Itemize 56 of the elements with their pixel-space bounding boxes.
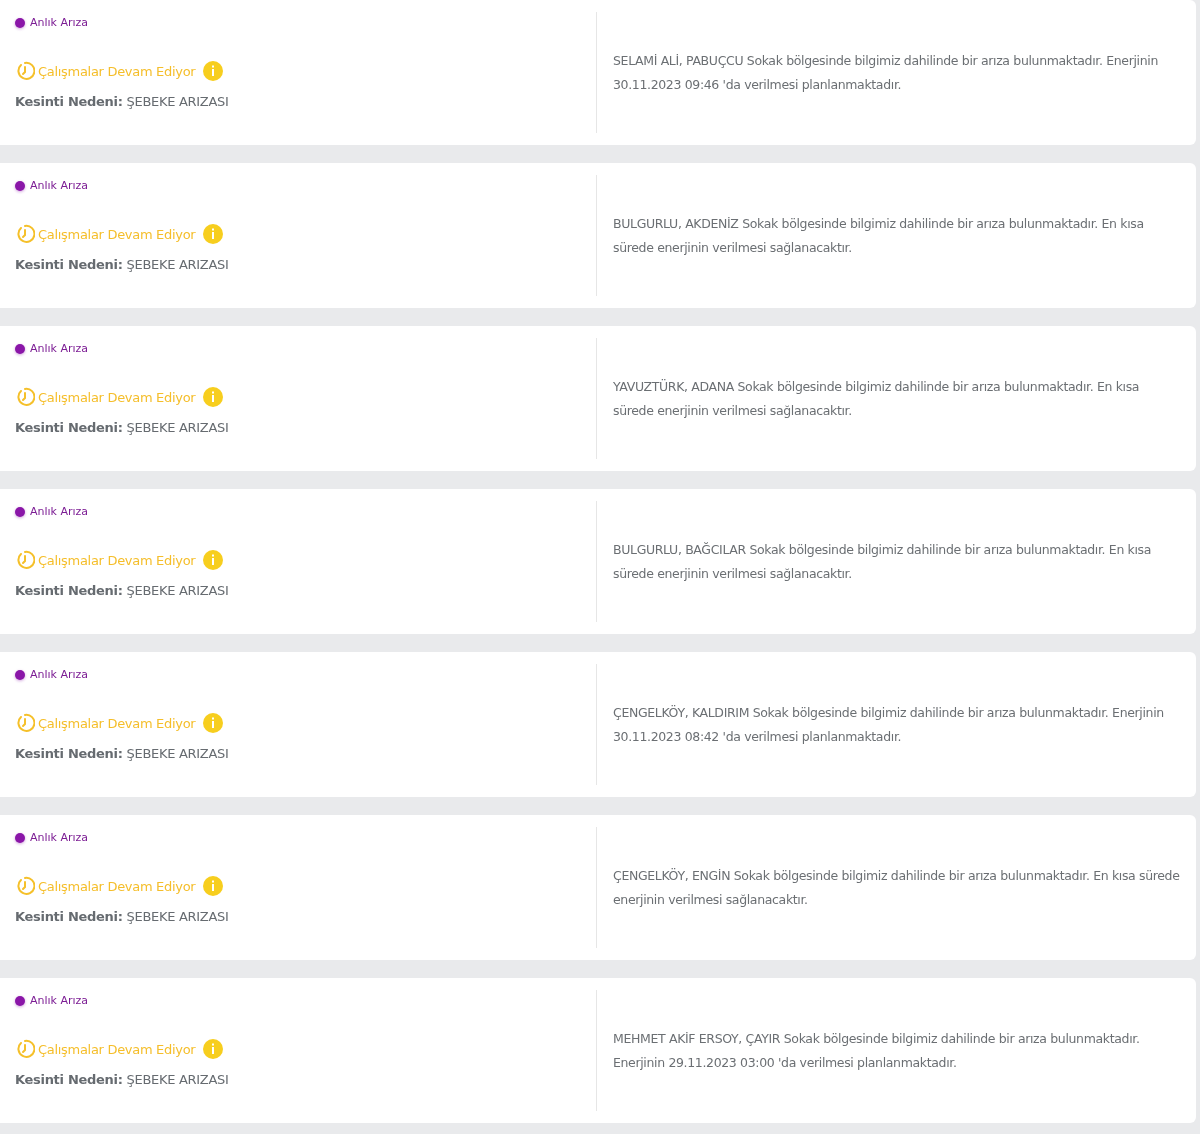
info-icon[interactable]: [203, 387, 224, 407]
clock-icon: [15, 61, 35, 81]
outage-type: Anlık Arıza: [30, 505, 89, 518]
info-icon[interactable]: [203, 61, 224, 81]
outage-type: Anlık Arıza: [30, 179, 89, 192]
cause-value: ŞEBEKE ARIZASI: [126, 1072, 229, 1087]
info-icon[interactable]: [203, 713, 224, 733]
dot-icon: [15, 17, 25, 28]
cause-label: Kesinti Nedeni:: [15, 94, 123, 109]
cause-label: Kesinti Nedeni:: [15, 583, 123, 598]
info-icon[interactable]: [203, 550, 224, 570]
cause-label: Kesinti Nedeni:: [15, 909, 123, 924]
outage-description: ÇENGELKÖY, KALDIRIM Sokak bölgesinde bilgimiz dahilinde bir arıza bulunmaktadır. Enerjinin 30.11.2023 08:42 'da verilmesi planlanmaktadır.: [613, 703, 1165, 746]
outage-type: Anlık Arıza: [30, 342, 89, 355]
dot-icon: [15, 180, 25, 191]
cause-value: ŞEBEKE ARIZASI: [126, 746, 229, 761]
status-text: Çalışmalar Devam Ediyor: [38, 715, 196, 731]
status-text: Çalışmalar Devam Ediyor: [38, 552, 196, 568]
cause-value: ŞEBEKE ARIZASI: [126, 420, 229, 435]
cause-label: Kesinti Nedeni:: [15, 257, 123, 272]
clock-icon: [15, 387, 35, 407]
cause-label: Kesinti Nedeni:: [15, 1072, 123, 1087]
cause-value: ŞEBEKE ARIZASI: [126, 94, 229, 109]
dot-icon: [15, 669, 25, 680]
cause-value: ŞEBEKE ARIZASI: [126, 257, 229, 272]
outage-type: Anlık Arıza: [30, 994, 89, 1007]
outage-description: ÇENGELKÖY, ENGİN Sokak bölgesinde bilgimiz dahilinde bir arıza bulunmaktadır. En kısa sürede enerjinin verilmesi sağlanacaktır.: [613, 866, 1181, 909]
status-text: Çalışmalar Devam Ediyor: [38, 878, 196, 894]
cause-label: Kesinti Nedeni:: [15, 746, 123, 761]
cause-label: Kesinti Nedeni:: [15, 420, 123, 435]
dot-icon: [15, 343, 25, 354]
status-text: Çalışmalar Devam Ediyor: [38, 226, 196, 242]
status-text: Çalışmalar Devam Ediyor: [38, 389, 196, 405]
clock-icon: [15, 224, 35, 244]
outage-description: BULGURLU, AKDENİZ Sokak bölgesinde bilgimiz dahilinde bir arıza bulunmaktadır. En kısa sürede enerjinin verilmesi sağlanacaktır.: [613, 214, 1145, 257]
clock-icon: [15, 876, 35, 896]
outage-type: Anlık Arıza: [30, 16, 89, 29]
info-icon[interactable]: [203, 1039, 224, 1059]
dot-icon: [15, 506, 25, 517]
status-text: Çalışmalar Devam Ediyor: [38, 1041, 196, 1057]
dot-icon: [15, 995, 25, 1006]
clock-icon: [15, 1039, 35, 1059]
info-icon[interactable]: [203, 224, 224, 244]
outage-description: BULGURLU, BAĞCILAR Sokak bölgesinde bilgimiz dahilinde bir arıza bulunmaktadır. En kısa sürede enerjinin verilmesi sağlanacaktır.: [613, 540, 1153, 583]
outage-description: SELAMİ ALİ, PABUÇCU Sokak bölgesinde bilgimiz dahilinde bir arıza bulunmaktadır. Enerjinin 30.11.2023 09:46 'da verilmesi planlanmaktadır.: [613, 51, 1159, 94]
clock-icon: [15, 550, 35, 570]
outage-type: Anlık Arıza: [30, 668, 89, 681]
outage-description: YAVUZTÜRK, ADANA Sokak bölgesinde bilgimiz dahilinde bir arıza bulunmaktadır. En kısa sürede enerjinin verilmesi sağlanacaktır.: [613, 377, 1141, 420]
cause-value: ŞEBEKE ARIZASI: [126, 909, 229, 924]
outage-description: MEHMET AKİF ERSOY, ÇAYIR Sokak bölgesinde bilgimiz dahilinde bir arıza bulunmaktadır. Enerjinin 29.11.2023 03:00 'da verilmesi planlanmaktadır.: [613, 1029, 1141, 1072]
info-icon[interactable]: [203, 876, 224, 896]
status-text: Çalışmalar Devam Ediyor: [38, 63, 196, 79]
outage-type: Anlık Arıza: [30, 831, 89, 844]
dot-icon: [15, 832, 25, 843]
cause-value: ŞEBEKE ARIZASI: [126, 583, 229, 598]
clock-icon: [15, 713, 35, 733]
